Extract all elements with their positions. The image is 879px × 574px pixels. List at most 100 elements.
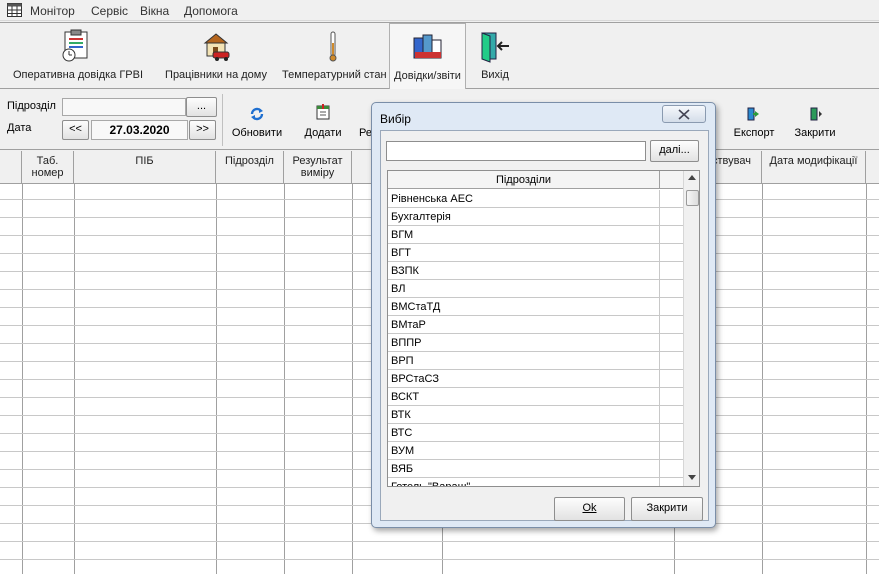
export-label: Експорт — [733, 127, 775, 139]
export-icon — [747, 107, 759, 121]
list-item-extra-cell — [660, 406, 683, 424]
add-button[interactable]: Додати — [294, 90, 352, 148]
col-header-tab-number[interactable]: Таб. номер — [22, 151, 74, 184]
main-toolbar: Оперативна довідка ГРВІ Працівники на до… — [0, 22, 879, 89]
toolbar-temperature-button[interactable]: Температурний стан — [282, 23, 387, 89]
dialog-close-button[interactable] — [662, 105, 706, 123]
menu-monitor[interactable]: Монітор — [30, 4, 75, 18]
list-item-extra-cell — [660, 280, 683, 298]
toolbar-label: Оперативна довідка ГРВІ — [12, 69, 144, 81]
menu-windows[interactable]: Вікна — [140, 4, 169, 18]
toolbar-reports-button[interactable]: Довідки/звіти — [389, 23, 466, 89]
close-icon — [678, 109, 690, 120]
toolbar-exit-button[interactable]: Вихід — [470, 23, 520, 89]
list-item[interactable]: Рівненська АЕС — [388, 190, 660, 208]
list-item[interactable]: ВМтаР — [388, 316, 660, 334]
refresh-icon — [250, 107, 264, 121]
list-item-extra-cell — [660, 352, 683, 370]
date-label: Дата — [7, 122, 32, 134]
list-item-extra-cell — [660, 460, 683, 478]
list-item[interactable]: ВТС — [388, 424, 660, 442]
list-item[interactable]: Готель "Вараш" — [388, 478, 660, 486]
list-item-extra-cell — [660, 388, 683, 406]
exit-door-icon — [481, 32, 509, 63]
date-field[interactable]: 27.03.2020 — [91, 120, 188, 140]
list-item-extra-cell — [660, 442, 683, 460]
thermometer-icon — [329, 31, 337, 62]
list-item-extra-cell — [660, 424, 683, 442]
close-label: Закрити — [794, 127, 836, 139]
toolbar-operational-report-button[interactable]: Оперативна довідка ГРВІ — [8, 23, 148, 89]
department-list[interactable]: Підрозділи Рівненська АЕС Бухгалтерія ВГМ В… — [387, 170, 700, 487]
dialog-search-input[interactable] — [386, 141, 646, 161]
col-header-name[interactable]: ПІБ — [74, 151, 216, 184]
ok-label: Ok — [582, 502, 597, 514]
list-header-extra — [660, 171, 683, 189]
list-item[interactable]: ВГМ — [388, 226, 660, 244]
list-item-extra-cell — [660, 208, 683, 226]
dialog-next-button[interactable]: далі... — [650, 140, 699, 162]
list-item-extra-cell — [660, 262, 683, 280]
department-browse-button[interactable]: ... — [186, 97, 217, 117]
list-item[interactable]: ВМСтаТД — [388, 298, 660, 316]
dialog-title: Вибір — [380, 112, 411, 126]
col-header-result[interactable]: Результат виміру — [284, 151, 352, 184]
list-rows: Рівненська АЕС Бухгалтерія ВГМ ВГТ ВЗПК ВЛ ВМС… — [388, 190, 684, 486]
dialog-ok-button[interactable]: Ok — [554, 497, 625, 521]
toolbar-label: Вихід — [481, 69, 509, 81]
list-item[interactable]: ВППР — [388, 334, 660, 352]
row-indicator-header — [0, 151, 22, 184]
list-item[interactable]: ВСКТ — [388, 388, 660, 406]
add-label: Додати — [304, 127, 342, 139]
list-item[interactable]: ВРП — [388, 352, 660, 370]
toolbar-label: Температурний стан — [282, 69, 387, 81]
list-item[interactable]: ВГТ — [388, 244, 660, 262]
list-item[interactable]: ВЗПК — [388, 262, 660, 280]
list-item[interactable]: ВЛ — [388, 280, 660, 298]
grid-row-line — [0, 559, 879, 560]
list-item[interactable]: ВЯБ — [388, 460, 660, 478]
select-dialog: Вибір далі... Підрозділи Рівненська АЕС Б… — [371, 102, 716, 528]
close-button[interactable]: Закрити — [788, 90, 842, 148]
house-car-icon — [203, 33, 230, 61]
list-item-extra-cell — [660, 334, 683, 352]
list-header: Підрозділи — [388, 171, 660, 189]
list-item-extra-cell — [660, 316, 683, 334]
list-item-extra-cell — [660, 190, 683, 208]
list-item-extra-cell — [660, 478, 683, 486]
dialog-cancel-button[interactable]: Закрити — [631, 497, 703, 521]
list-scrollbar[interactable] — [683, 171, 699, 486]
refresh-button[interactable]: Обновити — [228, 90, 286, 148]
department-label: Підрозділ — [7, 100, 56, 112]
menu-help[interactable]: Допомога — [184, 4, 238, 18]
col-header-modified-date[interactable]: Дата модифікації — [762, 151, 866, 184]
reports-icon — [413, 34, 442, 59]
clipboard-report-icon — [62, 29, 88, 62]
edit-button[interactable]: Ре — [355, 90, 371, 148]
col-header-department[interactable]: Підрозділ — [216, 151, 284, 184]
refresh-label: Обновити — [231, 127, 283, 139]
list-item[interactable]: Бухгалтерія — [388, 208, 660, 226]
grid-row-line — [0, 541, 879, 542]
list-item[interactable]: ВУМ — [388, 442, 660, 460]
toolbar-label: Довідки/звіти — [394, 70, 461, 82]
scroll-thumb[interactable] — [686, 190, 699, 206]
app-table-icon — [7, 3, 22, 17]
list-item[interactable]: ВТК — [388, 406, 660, 424]
list-item[interactable]: ВРСтаСЗ — [388, 370, 660, 388]
list-item-extra-cell — [660, 244, 683, 262]
list-item-extra-cell — [660, 226, 683, 244]
department-field[interactable] — [62, 98, 186, 116]
date-next-button[interactable]: >> — [189, 120, 216, 140]
date-prev-button[interactable]: << — [62, 120, 89, 140]
menu-service[interactable]: Сервіс — [91, 4, 128, 18]
scroll-down-arrow-icon[interactable] — [688, 475, 696, 480]
toolbar-label: Працівники на дому — [165, 69, 267, 81]
menu-bar: Монітор Сервіс Вікна Допомога — [0, 0, 879, 21]
export-button[interactable]: Експорт — [727, 90, 781, 148]
edit-label: Ре — [359, 127, 371, 139]
dialog-body: далі... Підрозділи Рівненська АЕС Бухгалт… — [380, 130, 709, 521]
toolbar-home-workers-button[interactable]: Працівники на дому — [160, 23, 272, 89]
add-record-icon — [316, 104, 330, 120]
scroll-up-arrow-icon[interactable] — [688, 175, 696, 180]
